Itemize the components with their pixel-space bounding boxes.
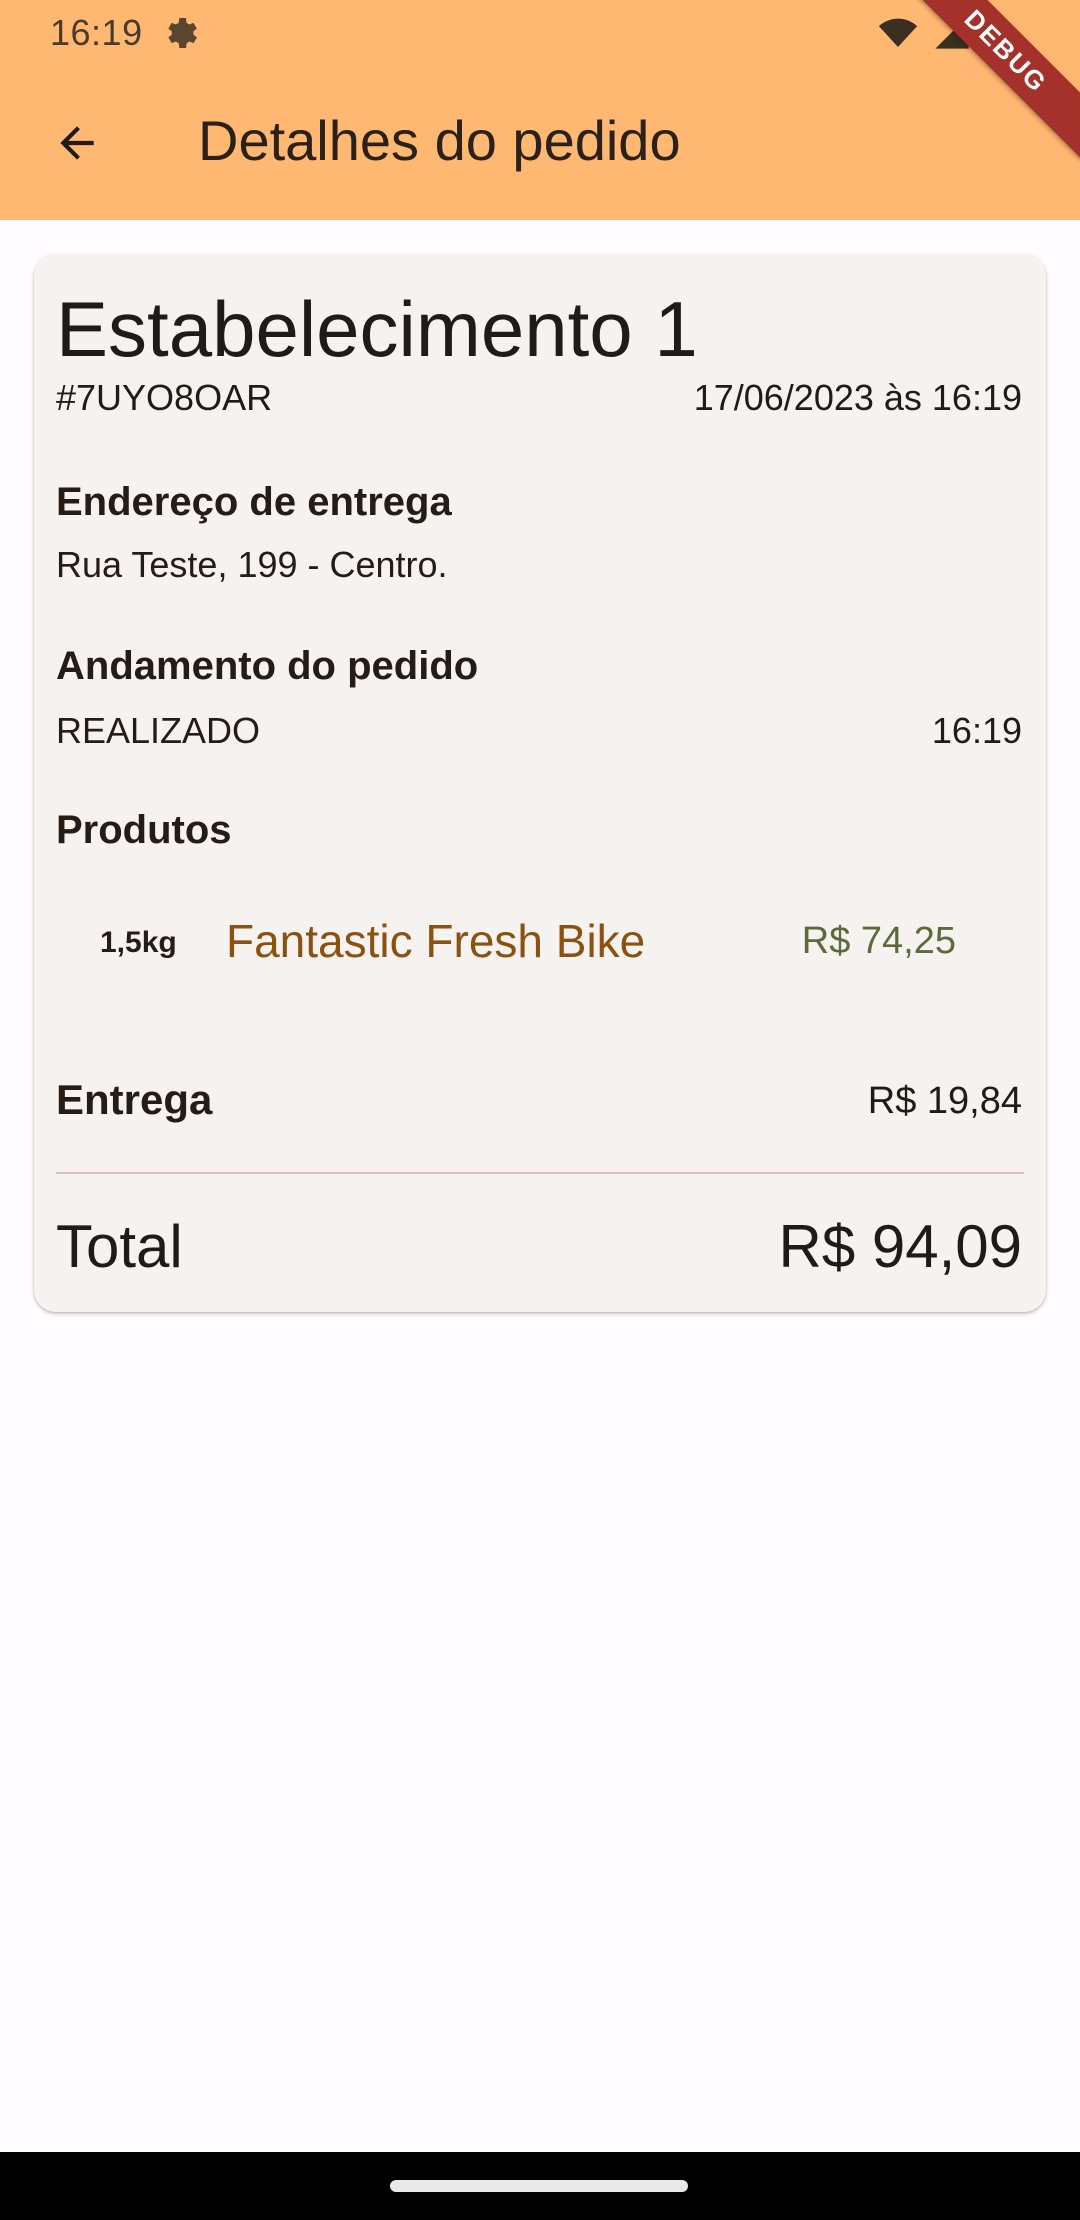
divider bbox=[56, 1172, 1024, 1174]
back-button[interactable] bbox=[38, 104, 116, 182]
page-title: Detalhes do pedido bbox=[198, 109, 681, 172]
gear-icon bbox=[167, 18, 197, 48]
product-price: R$ 74,25 bbox=[801, 920, 956, 962]
product-quantity: 1,5kg bbox=[100, 926, 177, 959]
home-indicator[interactable] bbox=[390, 2180, 688, 2192]
app-bar: Detalhes do pedido bbox=[0, 66, 1080, 220]
products-title: Produtos bbox=[56, 808, 232, 852]
order-progress-title: Andamento do pedido bbox=[56, 644, 479, 688]
navigation-bar bbox=[0, 2152, 1080, 2220]
arrow-back-icon bbox=[60, 126, 94, 160]
delivery-fee-label: Entrega bbox=[56, 1076, 213, 1123]
status-bar: 16:19 bbox=[0, 0, 1080, 66]
delivery-address: Rua Teste, 199 - Centro. bbox=[56, 544, 448, 585]
order-card: Estabelecimento 1 #7UYO8OAR 17/06/2023 à… bbox=[34, 254, 1046, 1312]
screen: 16:19 Detalhes do pedido DEBUG Estabelec… bbox=[0, 0, 1080, 2220]
wifi-icon bbox=[878, 18, 918, 47]
product-row: 1,5kg Fantastic Fresh Bike R$ 74,25 bbox=[34, 904, 1046, 984]
total-label: Total bbox=[56, 1213, 183, 1280]
delivery-fee-value: R$ 19,84 bbox=[867, 1080, 1022, 1122]
order-status: REALIZADO bbox=[56, 710, 261, 751]
store-name: Estabelecimento 1 bbox=[56, 285, 698, 373]
order-status-time: 16:19 bbox=[931, 710, 1022, 751]
order-date: 17/06/2023 às 16:19 bbox=[693, 377, 1022, 418]
order-id: #7UYO8OAR bbox=[56, 377, 273, 418]
status-time: 16:19 bbox=[50, 12, 143, 53]
delivery-address-title: Endereço de entrega bbox=[56, 480, 452, 524]
product-name: Fantastic Fresh Bike bbox=[226, 915, 646, 967]
total-value: R$ 94,09 bbox=[778, 1213, 1022, 1280]
